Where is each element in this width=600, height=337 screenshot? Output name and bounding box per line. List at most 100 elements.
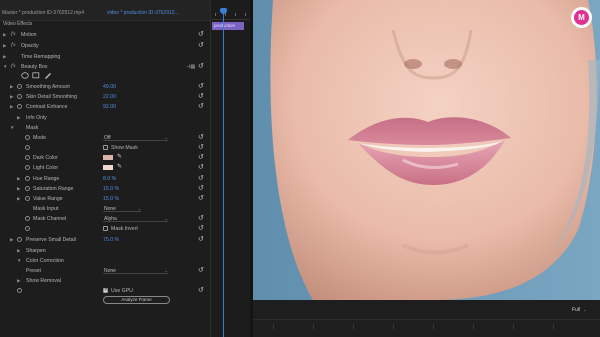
effect-controls-timeline[interactable]: production: [210, 0, 251, 337]
reset-icon[interactable]: ↺: [198, 236, 204, 243]
stopwatch-icon[interactable]: [25, 176, 30, 181]
reset-icon[interactable]: ↺: [198, 42, 204, 49]
mask-invert-checkbox[interactable]: [103, 226, 108, 231]
ruler-tick: [273, 324, 274, 329]
reset-icon[interactable]: ↺: [198, 287, 204, 294]
expand-triangle-icon[interactable]: ▶: [17, 196, 20, 202]
reset-icon[interactable]: ↺: [198, 103, 204, 110]
program-time-ruler[interactable]: [253, 319, 600, 331]
effect-opacity-row[interactable]: ▶ fx Opacity ↺: [0, 41, 210, 51]
param-color-correction-group[interactable]: ▼ Color Correction: [0, 256, 210, 266]
expand-triangle-icon[interactable]: ▶: [17, 278, 20, 284]
reset-icon[interactable]: ↺: [198, 63, 204, 70]
preset-dropdown[interactable]: None ⌄: [103, 267, 168, 274]
eyedropper-icon[interactable]: ✎: [117, 163, 122, 170]
effect-menu-icon[interactable]: ⊣▤: [186, 64, 195, 70]
tab-sequence-clip[interactable]: video * production ID-3762912...: [107, 10, 179, 16]
param-mask-group[interactable]: ▼ Mask: [0, 123, 210, 133]
stopwatch-icon[interactable]: [25, 186, 30, 191]
effect-time-remapping-row[interactable]: ▶ Time Remapping: [0, 52, 210, 62]
rectangle-mask-icon[interactable]: [32, 72, 40, 79]
effect-motion-row[interactable]: ▶ fx Motion ↺: [0, 30, 210, 40]
ruler-tick: [353, 324, 354, 329]
stopwatch-icon[interactable]: [25, 226, 30, 231]
stopwatch-icon[interactable]: [17, 104, 22, 109]
reset-icon[interactable]: ↺: [198, 83, 204, 90]
collapse-triangle-icon[interactable]: ▼: [17, 258, 21, 263]
mask-input-dropdown[interactable]: None ⌄: [103, 205, 141, 212]
expand-triangle-icon[interactable]: ▶: [10, 237, 13, 243]
expand-triangle-icon[interactable]: ▶: [17, 186, 20, 192]
effect-label: Opacity: [21, 43, 39, 49]
param-show-removal-group[interactable]: ▶ Show Removal: [0, 276, 210, 286]
param-value[interactable]: 8.0 %: [103, 176, 116, 182]
stopwatch-icon[interactable]: [17, 94, 22, 99]
reset-icon[interactable]: ↺: [198, 31, 204, 38]
param-value[interactable]: 75.0 %: [103, 237, 119, 243]
stopwatch-icon[interactable]: [25, 145, 30, 150]
stopwatch-icon[interactable]: [25, 155, 30, 160]
reset-icon[interactable]: ↺: [198, 215, 204, 222]
reset-icon[interactable]: ↺: [198, 175, 204, 182]
reset-icon[interactable]: ↺: [198, 225, 204, 232]
stopwatch-icon[interactable]: [25, 216, 30, 221]
eyedropper-icon[interactable]: ✎: [117, 153, 122, 160]
fx-badge-icon[interactable]: fx: [11, 31, 16, 37]
reset-icon[interactable]: ↺: [198, 144, 204, 151]
timeline-clip[interactable]: production: [212, 22, 244, 30]
playhead-line[interactable]: [223, 8, 224, 337]
analyze-frame-button[interactable]: Analyze Frame: [103, 296, 170, 304]
pen-mask-icon[interactable]: [44, 72, 52, 79]
param-label: Contrast Enhance: [26, 104, 68, 110]
param-info-only[interactable]: ▶ Info Only: [0, 113, 210, 123]
light-color-swatch[interactable]: [103, 165, 113, 170]
reset-icon[interactable]: ↺: [198, 134, 204, 141]
expand-triangle-icon[interactable]: ▶: [3, 43, 6, 49]
param-value[interactable]: 15.0 %: [103, 186, 119, 192]
dark-color-swatch[interactable]: [103, 155, 113, 160]
stopwatch-icon[interactable]: [25, 165, 30, 170]
stopwatch-icon[interactable]: [17, 84, 22, 89]
tab-master-clip[interactable]: Master * production ID-3762912.mp4: [2, 10, 84, 16]
expand-triangle-icon[interactable]: ▶: [10, 104, 13, 110]
reset-icon[interactable]: ↺: [198, 185, 204, 192]
param-value[interactable]: 22.00: [103, 94, 116, 100]
expand-triangle-icon[interactable]: ▶: [17, 248, 20, 254]
stopwatch-icon[interactable]: [25, 135, 30, 140]
expand-triangle-icon[interactable]: ▶: [17, 176, 20, 182]
reset-icon[interactable]: ↺: [198, 267, 204, 274]
stopwatch-icon[interactable]: [25, 196, 30, 201]
checkbox-label: Mask Invert: [111, 226, 138, 232]
expand-triangle-icon[interactable]: ▶: [10, 84, 13, 90]
param-light-color: Light Color ✎ ↺: [0, 163, 210, 173]
zoom-fit-dropdown[interactable]: Full ⌄: [572, 307, 586, 313]
reset-icon[interactable]: ↺: [198, 195, 204, 202]
collapse-triangle-icon[interactable]: ▼: [3, 64, 7, 69]
param-label: Mask: [26, 125, 39, 131]
use-gpu-checkbox[interactable]: [103, 287, 108, 293]
stopwatch-icon[interactable]: [17, 288, 22, 293]
param-value[interactable]: 49.00: [103, 84, 116, 90]
expand-triangle-icon[interactable]: ▶: [17, 115, 20, 121]
fx-badge-icon[interactable]: fx: [11, 63, 16, 69]
param-value[interactable]: 92.00: [103, 104, 116, 110]
collapse-triangle-icon[interactable]: ▼: [10, 125, 14, 130]
ellipse-mask-icon[interactable]: [21, 72, 29, 79]
fx-badge-icon[interactable]: fx: [11, 42, 16, 48]
expand-triangle-icon[interactable]: ▶: [10, 94, 13, 100]
reset-icon[interactable]: ↺: [198, 154, 204, 161]
param-value[interactable]: 15.0 %: [103, 196, 119, 202]
mode-dropdown[interactable]: Off ⌄: [103, 134, 168, 141]
expand-triangle-icon[interactable]: ▶: [3, 32, 6, 38]
ruler-tick: [393, 324, 394, 329]
reset-icon[interactable]: ↺: [198, 164, 204, 171]
timeline-ruler[interactable]: [211, 10, 251, 20]
reset-icon[interactable]: ↺: [198, 93, 204, 100]
show-mask-checkbox[interactable]: [103, 145, 108, 150]
mask-channel-dropdown[interactable]: Alpha ⌄: [103, 215, 168, 222]
param-sharpen-group[interactable]: ▶ Sharpen: [0, 246, 210, 256]
effect-controls-tabs: Master * production ID-3762912.mp4 video…: [0, 0, 210, 21]
expand-triangle-icon[interactable]: ▶: [3, 54, 6, 60]
video-preview-frame[interactable]: M: [253, 0, 600, 300]
stopwatch-icon[interactable]: [17, 237, 22, 242]
